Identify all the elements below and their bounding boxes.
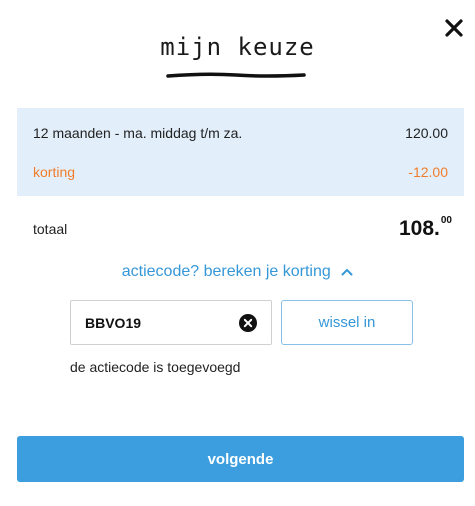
dialog-title: mijn keuze	[160, 33, 315, 61]
subscription-label: 12 maanden - ma. middag t/m za.	[33, 125, 243, 141]
price-summary: 12 maanden - ma. middag t/m za. 120.00 k…	[17, 108, 464, 196]
clear-circle-icon[interactable]	[239, 314, 257, 332]
discount-value: -12.00	[408, 164, 448, 180]
promo-code-toggle[interactable]: actiecode? bereken je korting	[0, 263, 475, 281]
promo-status-message: de actiecode is toegevoegd	[70, 359, 241, 375]
chevron-up-icon	[341, 268, 353, 276]
next-button[interactable]: volgende	[17, 436, 464, 482]
total-value-main: 108.	[399, 217, 440, 240]
subscription-line: 12 maanden - ma. middag t/m za. 120.00	[33, 125, 448, 141]
title-underline	[166, 72, 306, 78]
promo-code-field	[70, 300, 272, 345]
promo-toggle-label: actiecode? bereken je korting	[121, 263, 331, 280]
discount-label: korting	[33, 164, 76, 180]
redeem-button[interactable]: wissel in	[281, 300, 413, 345]
subscription-price: 120.00	[405, 125, 448, 141]
total-label: totaal	[33, 221, 68, 237]
discount-line: korting -12.00	[33, 164, 448, 180]
total-value-cents: 00	[440, 215, 452, 226]
total-value: 108.00	[399, 215, 452, 241]
promo-code-input[interactable]	[71, 301, 245, 344]
